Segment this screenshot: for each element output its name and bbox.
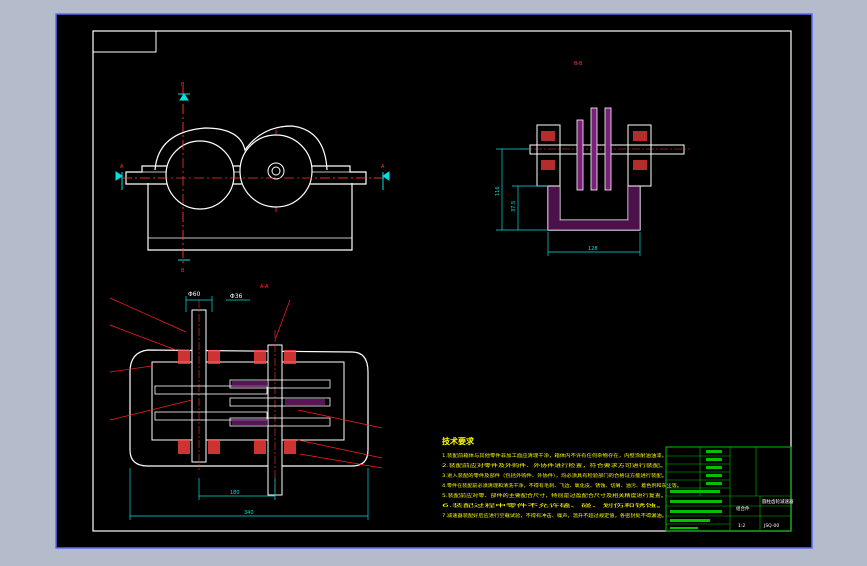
title-block-drawing-no: JSQ-00 bbox=[763, 523, 779, 529]
tech-note-line: 5.装配前应对零、部件的主要配合尺寸，特别是过盈配合尺寸及相关精度进行复查。 bbox=[442, 492, 667, 499]
tech-note-line: 3.进入装配的零件及部件（包括外购件、外协件），均必须具有检验部门的合格证方能进… bbox=[442, 472, 667, 479]
tech-note-line: 2.装配前应对零件及外购件、外协件进行检查，符合要求方可进行装配。 bbox=[442, 462, 667, 469]
marker-b-bottom: B bbox=[181, 268, 185, 274]
tech-note-line: 6.装配过程中零件不允许磕、碰、划伤和锈蚀。 bbox=[442, 502, 667, 509]
title-block-material: 组合件 bbox=[736, 505, 750, 512]
dim-340: 340 bbox=[244, 510, 254, 516]
marker-b-top: B bbox=[181, 82, 185, 88]
cad-viewport[interactable]: B B A A B-B 116 37.5 128 A-A Φ60 Φ36 180… bbox=[0, 0, 867, 562]
dim-37-5: 37.5 bbox=[511, 201, 517, 212]
tech-notes-title: 技术要求 bbox=[442, 436, 475, 446]
dim-phi60: Φ60 bbox=[188, 291, 201, 298]
dim-phi36: Φ36 bbox=[230, 293, 243, 300]
drawing-sheet bbox=[55, 13, 813, 549]
tech-note-line: 7.减速器装配好后应进行空载试验，不得有冲击、噪声，温升不超过规定值，各密封处不… bbox=[442, 512, 667, 519]
title-block-scale: 1:2 bbox=[738, 523, 745, 529]
title-block-name: 圆柱齿轮减速器 bbox=[762, 498, 794, 505]
dim-116: 116 bbox=[495, 186, 501, 196]
tech-note-line: 1.装配前箱体与其他零件非加工面应清理干净，箱体内不许有任何杂物存在，内壁涂耐油… bbox=[442, 452, 667, 459]
engineering-drawing: B B A A B-B 116 37.5 128 A-A Φ60 Φ36 180… bbox=[55, 13, 813, 549]
section-b-label: B-B bbox=[574, 61, 583, 67]
tech-note-line: 4.零件在装配前必须清理和清洗干净，不得有毛刺、飞边、氧化皮、锈蚀、切屑、油污、… bbox=[442, 482, 682, 489]
dim-180: 180 bbox=[230, 490, 240, 496]
dim-128: 128 bbox=[588, 246, 598, 252]
marker-a-right: A bbox=[381, 164, 385, 170]
marker-a-left: A bbox=[120, 164, 124, 170]
section-a-label: A-A bbox=[260, 284, 269, 290]
